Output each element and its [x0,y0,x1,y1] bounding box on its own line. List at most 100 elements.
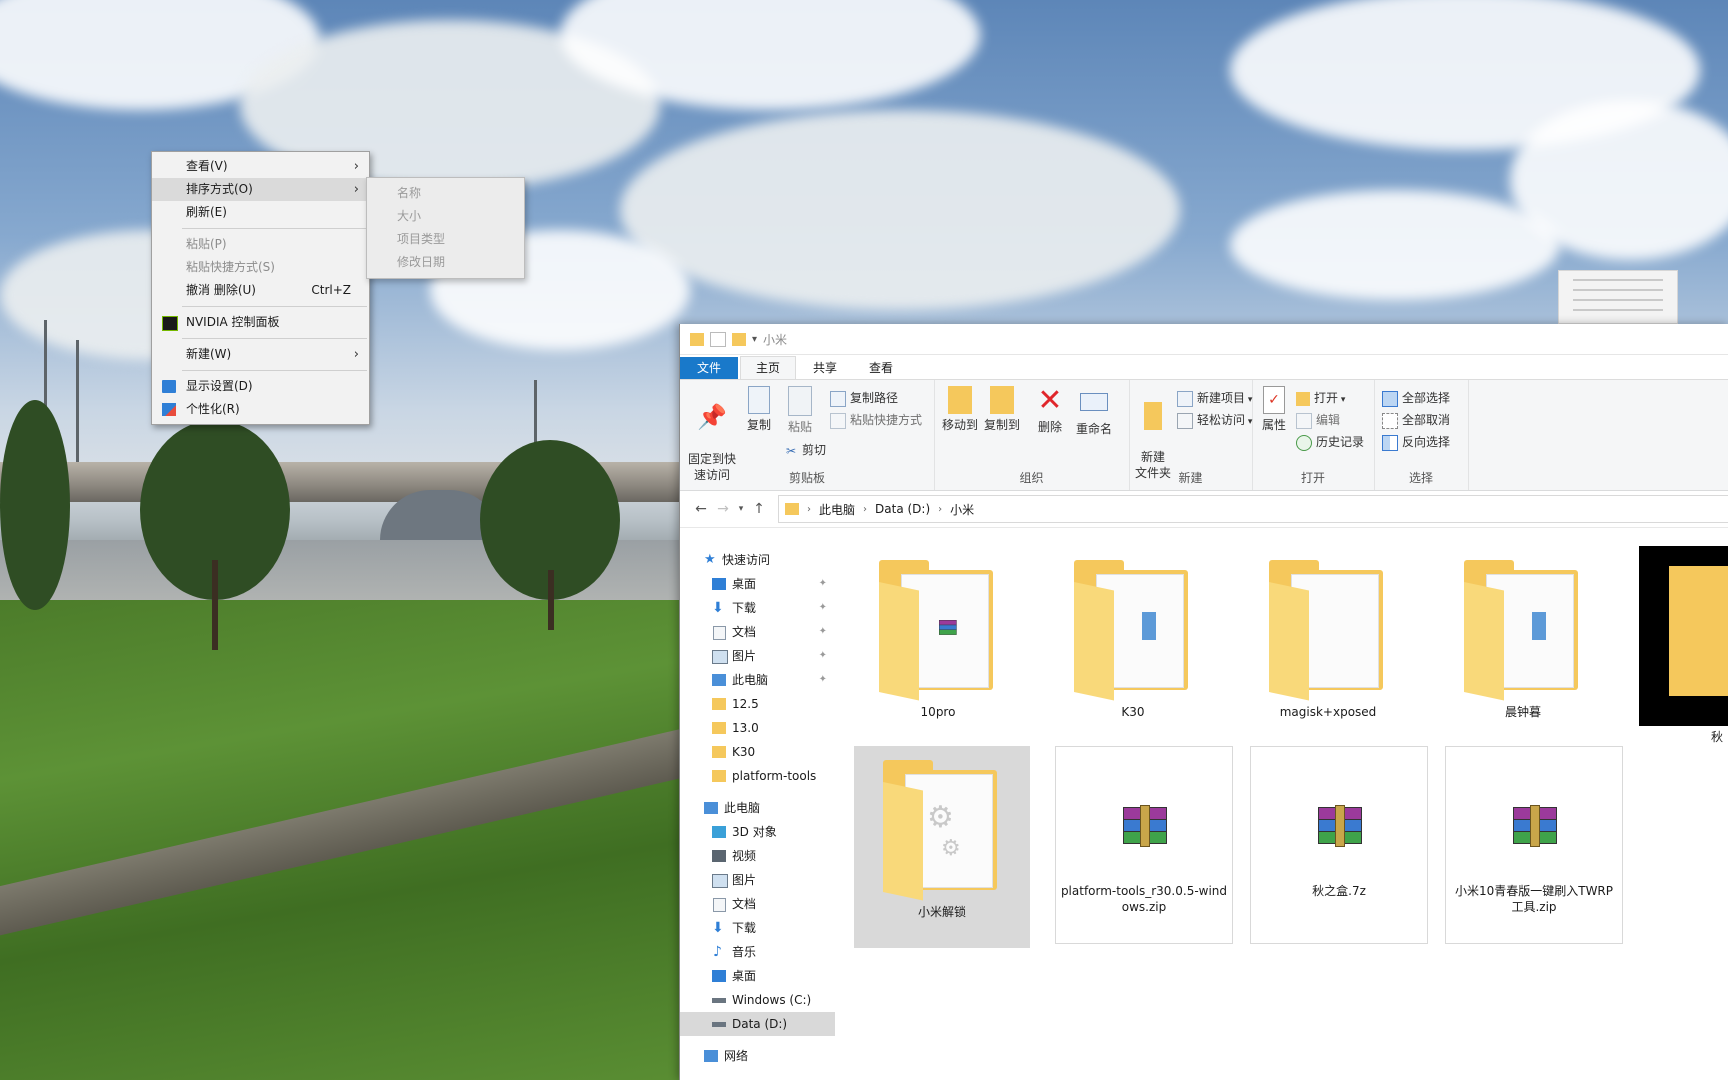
tab-file[interactable]: 文件 [680,357,739,379]
file-tile-10pro[interactable]: 10pro [850,546,1026,742]
file-tile-partial[interactable]: 秋 [1639,546,1728,744]
edit-button[interactable]: 编辑 [1296,410,1340,430]
nav-item-drive-c[interactable]: Windows (C:) [680,988,835,1012]
file-list[interactable]: 10pro K30 magisk+xposed 晨钟暮 秋 ⚙ ⚙ 小米解锁 p… [850,546,1728,1080]
nav-label: K30 [732,745,756,759]
nav-item-pc-desktop[interactable]: 桌面 [680,964,835,988]
tab-home[interactable]: 主页 [740,356,797,379]
back-arrow-icon[interactable]: ← [690,501,712,517]
quick-access-dropdown-icon[interactable]: ▾ [752,334,757,345]
menu-item-view[interactable]: 查看(V) › [152,155,369,178]
menu-item-sort-by[interactable]: 排序方式(O) › [152,178,369,201]
copy-to-icon [990,386,1014,414]
cut-button[interactable]: ✂ 剪切 [784,440,826,460]
open-button[interactable]: 打开 ▾ [1296,388,1345,408]
button-label: 重命名 [1075,422,1112,436]
menu-item-nvidia[interactable]: NVIDIA 控制面板 [152,311,369,334]
breadcrumb[interactable]: › 此电脑 › Data (D:) › 小米 [778,495,1728,523]
nav-label: 图片 [732,649,757,663]
nav-label: 桌面 [732,577,757,591]
file-tile-k30[interactable]: K30 [1045,546,1221,742]
tab-share[interactable]: 共享 [798,357,852,379]
nav-item-videos[interactable]: 视频 [680,844,835,868]
nav-item-drive-d[interactable]: Data (D:) [680,1012,835,1036]
paste-shortcut-button[interactable]: 粘贴快捷方式 [830,410,922,430]
copy-button[interactable]: 复制 [740,386,778,433]
menu-item-undo-delete[interactable]: 撤消 删除(U) Ctrl+Z [152,279,369,302]
tab-view[interactable]: 查看 [854,357,908,379]
recent-locations-dropdown-icon[interactable]: ▾ [734,504,748,514]
rename-button[interactable]: 重命名 [1072,386,1116,437]
pin-icon[interactable]: ✦ [819,644,827,668]
breadcrumb-xiaomi[interactable]: 小米 [950,501,974,518]
copy-path-button[interactable]: 复制路径 [830,388,898,408]
file-name: 10pro [920,705,956,719]
file-tile-xiaomi-unlock[interactable]: ⚙ ⚙ 小米解锁 [854,746,1030,948]
delete-button[interactable]: ✕ 删除 [1034,386,1066,435]
nav-item-music[interactable]: ♪ 音乐 [680,940,835,964]
pin-icon[interactable]: ✦ [819,572,827,596]
new-folder-icon[interactable] [732,332,746,346]
move-to-button[interactable]: 移动到 [940,386,980,433]
breadcrumb-this-pc[interactable]: 此电脑 [819,501,855,518]
up-arrow-icon[interactable]: ↑ [748,501,770,517]
new-item-button[interactable]: 新建项目 ▾ [1177,388,1252,408]
file-tile-twrp-zip[interactable]: 小米10青春版一键刷入TWRP工具.zip [1445,746,1623,944]
title-bar[interactable]: ▾ 小米 [680,324,1728,355]
folder-icon [1464,560,1582,701]
nav-item-pc-downloads[interactable]: ⬇ 下载 [680,916,835,940]
new-folder-button[interactable]: 新建 文件夹 [1133,386,1173,481]
menu-item-personalize[interactable]: 个性化(R) [152,398,369,421]
properties-check-icon[interactable] [710,331,726,347]
file-tile-magisk-xposed[interactable]: magisk+xposed [1240,546,1416,742]
nav-item-pictures[interactable]: 图片 ✦ [680,644,835,668]
cloud [620,110,1180,310]
nav-item-pc-documents[interactable]: 文档 [680,892,835,916]
dropdown-icon: ▾ [1338,395,1346,405]
properties-button[interactable]: ✓ 属性 [1258,386,1290,433]
history-icon [1296,434,1312,451]
nav-item-folder-13-0[interactable]: 13.0 [680,716,835,740]
nav-item-this-pc-pinned[interactable]: 此电脑 ✦ [680,668,835,692]
chevron-right-icon: › [353,347,359,362]
copy-to-button[interactable]: 复制到 [982,386,1022,433]
easy-access-button[interactable]: 轻松访问 ▾ [1177,410,1252,430]
invert-selection-button[interactable]: 反向选择 [1382,432,1450,452]
nav-network[interactable]: 网络 [680,1044,835,1068]
button-label: 历史记录 [1316,435,1365,449]
file-tile-chenzhongmu[interactable]: 晨钟暮 [1435,546,1611,742]
sort-by-name[interactable]: 名称 [367,182,524,205]
forward-arrow-icon[interactable]: → [712,501,734,517]
nav-item-downloads[interactable]: ⬇ 下载 ✦ [680,596,835,620]
menu-item-display-settings[interactable]: 显示设置(D) [152,375,369,398]
nav-item-documents[interactable]: 文档 ✦ [680,620,835,644]
sort-by-size[interactable]: 大小 [367,205,524,228]
nav-this-pc[interactable]: 此电脑 [680,796,835,820]
file-tile-qiuzhihe-7z[interactable]: 秋之盒.7z [1250,746,1428,944]
paste-button[interactable]: 粘贴 [780,386,820,435]
select-none-button[interactable]: 全部取消 [1382,410,1450,430]
select-all-button[interactable]: 全部选择 [1382,388,1450,408]
nav-quick-access[interactable]: ★ 快速访问 [680,548,835,572]
breadcrumb-data-d[interactable]: Data (D:) [875,502,930,516]
menu-item-new[interactable]: 新建(W) › [152,343,369,366]
tree [0,400,70,610]
sort-by-type[interactable]: 项目类型 [367,228,524,251]
sort-by-date[interactable]: 修改日期 [367,251,524,274]
nav-item-desktop[interactable]: 桌面 ✦ [680,572,835,596]
file-tile-platform-tools-zip[interactable]: platform-tools_r30.0.5-windows.zip [1055,746,1233,944]
nav-item-pc-pictures[interactable]: 图片 [680,868,835,892]
desktop-document-icon[interactable] [1558,270,1678,324]
button-label: 复制路径 [850,391,899,405]
menu-item-refresh[interactable]: 刷新(E) [152,201,369,224]
nav-item-folder-platform-tools[interactable]: platform-tools [680,764,835,788]
nav-item-folder-k30[interactable]: K30 [680,740,835,764]
nav-item-3d-objects[interactable]: 3D 对象 [680,820,835,844]
history-button[interactable]: 历史记录 [1296,432,1364,452]
pin-icon[interactable]: ✦ [819,596,827,620]
folder-icon [712,698,726,710]
pin-icon[interactable]: ✦ [819,668,827,692]
button-label: 轻松访问 [1197,413,1246,427]
pin-icon[interactable]: ✦ [819,620,827,644]
nav-item-folder-12-5[interactable]: 12.5 [680,692,835,716]
